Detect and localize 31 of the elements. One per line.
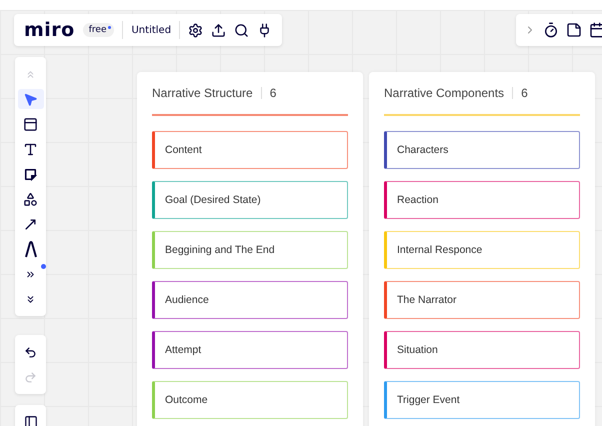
kanban-card[interactable]: Trigger Event (384, 381, 580, 419)
card-text: Beggining and The End (165, 244, 275, 256)
board-title[interactable]: Untitled (131, 24, 172, 36)
card-text: Audience (165, 294, 209, 306)
kanban-card[interactable]: Content (152, 131, 348, 169)
card-text: Situation (397, 344, 438, 356)
card-text: Goal (Desired State) (165, 194, 261, 206)
kanban-card[interactable]: Beggining and The End (152, 231, 348, 269)
card-text: Reaction (397, 194, 438, 206)
kanban-card[interactable]: Situation (384, 331, 580, 369)
kanban-card[interactable]: The Narrator (384, 281, 580, 319)
kanban-card[interactable]: Audience (152, 281, 348, 319)
card-text: Trigger Event (397, 394, 460, 406)
card-text: Internal Responce (397, 244, 482, 256)
kanban-card[interactable]: Outcome (152, 381, 348, 419)
column-title: Narrative Structure (152, 86, 253, 100)
card-text: Characters (397, 144, 448, 156)
card-text: Outcome (165, 394, 208, 406)
logo: miro (24, 19, 75, 41)
plan-badge: free (82, 23, 114, 37)
column-title: Narrative Components (384, 86, 504, 100)
card-text: Content (165, 144, 202, 156)
card-count: 6 (270, 86, 276, 100)
card-count: 6 (521, 86, 528, 100)
card-text: Attempt (165, 344, 202, 356)
card-text: The Narrator (397, 294, 457, 306)
kanban-card[interactable]: Characters (384, 131, 580, 169)
kanban-card[interactable]: Attempt (152, 331, 348, 369)
kanban-card[interactable]: Reaction (384, 181, 580, 219)
kanban-card[interactable]: Internal Responce (384, 231, 580, 269)
kanban-card[interactable]: Goal (Desired State) (152, 181, 348, 219)
